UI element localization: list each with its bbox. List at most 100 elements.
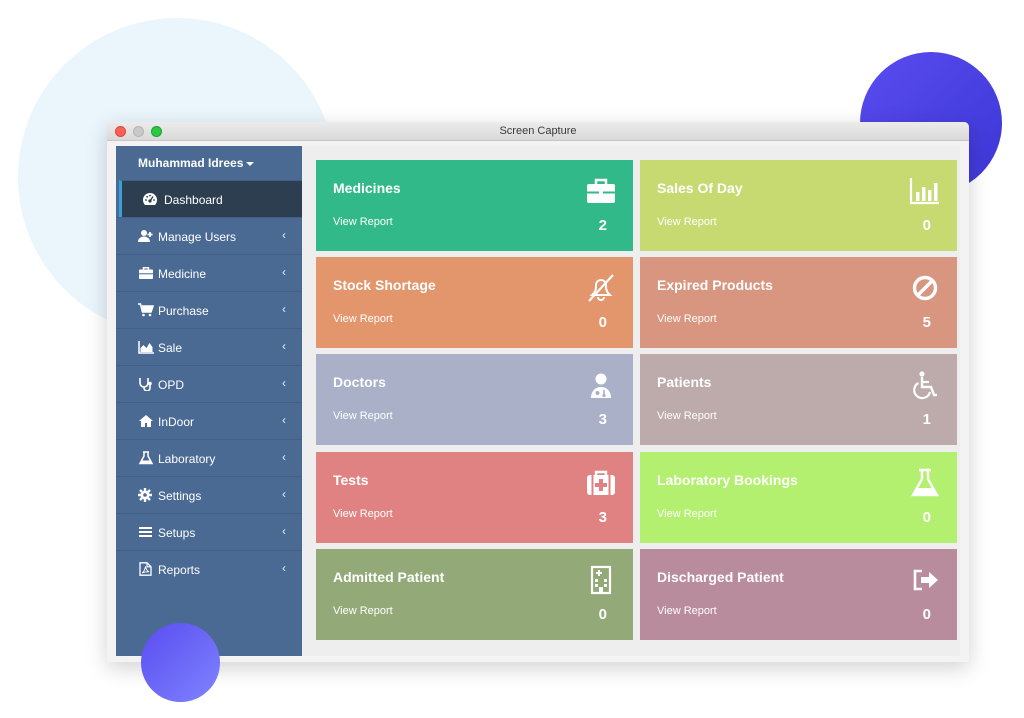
card-stock-shortage[interactable]: Stock Shortage View Report 0 <box>316 257 633 348</box>
sidebar-item-medicine[interactable]: Medicine ‹ <box>116 254 302 291</box>
card-count: 0 <box>598 314 607 331</box>
card-count: 3 <box>598 411 607 428</box>
card-count: 1 <box>922 411 931 428</box>
sidebar-item-opd[interactable]: OPD ‹ <box>116 365 302 402</box>
dashboard-icon <box>143 193 157 205</box>
chevron-left-icon: ‹ <box>282 413 286 427</box>
sidebar-item-setups[interactable]: Setups ‹ <box>116 513 302 550</box>
sidebar-item-label: Laboratory <box>158 452 216 466</box>
flask-icon <box>138 451 154 465</box>
sidebar-item-purchase[interactable]: Purchase ‹ <box>116 291 302 328</box>
sidebar-item-manage-users[interactable]: Manage Users ‹ <box>116 217 302 254</box>
card-title: Stock Shortage <box>333 277 436 293</box>
gear-icon <box>138 488 152 502</box>
sign-out-icon <box>913 569 938 591</box>
sidebar-item-label: InDoor <box>158 415 195 429</box>
chevron-left-icon: ‹ <box>282 450 286 464</box>
chevron-left-icon: ‹ <box>282 524 286 538</box>
home-icon <box>139 415 153 427</box>
card-count: 5 <box>922 314 931 331</box>
stage: Screen Capture Muhammad Idrees Dashboard… <box>0 0 1024 718</box>
ban-icon <box>912 275 938 301</box>
window-titlebar: Screen Capture <box>107 122 969 141</box>
card-title: Discharged Patient <box>657 569 784 585</box>
app-content: Muhammad Idrees Dashboard Manage Users ‹… <box>116 146 960 656</box>
wheelchair-icon <box>913 371 937 400</box>
sidebar-item-sale[interactable]: Sale ‹ <box>116 328 302 365</box>
bar-chart-icon <box>909 178 939 205</box>
sidebar: Muhammad Idrees Dashboard Manage Users ‹… <box>116 146 302 656</box>
card-medicines[interactable]: Medicines View Report 2 <box>316 160 633 251</box>
sidebar-item-label: Purchase <box>158 304 209 318</box>
bell-slash-icon <box>588 274 614 302</box>
chevron-left-icon: ‹ <box>282 265 286 279</box>
card-count: 2 <box>598 217 607 234</box>
view-report-link[interactable]: View Report <box>657 605 717 617</box>
sidebar-item-settings[interactable]: Settings ‹ <box>116 476 302 513</box>
card-title: Sales Of Day <box>657 180 743 196</box>
card-count: 0 <box>922 509 931 526</box>
pdf-file-icon <box>139 562 152 576</box>
card-count: 0 <box>922 606 931 623</box>
view-report-link[interactable]: View Report <box>333 410 393 422</box>
card-laboratory-bookings[interactable]: Laboratory Bookings View Report 0 <box>640 452 957 543</box>
view-report-link[interactable]: View Report <box>657 508 717 520</box>
card-title: Doctors <box>333 374 386 390</box>
sidebar-item-indoor[interactable]: InDoor ‹ <box>116 402 302 439</box>
app-window: Screen Capture Muhammad Idrees Dashboard… <box>107 122 969 662</box>
card-expired-products[interactable]: Expired Products View Report 5 <box>640 257 957 348</box>
card-title: Medicines <box>333 180 401 196</box>
chevron-left-icon: ‹ <box>282 339 286 353</box>
flask-icon <box>910 468 940 497</box>
cart-icon <box>138 303 154 317</box>
sidebar-item-label: Dashboard <box>164 193 223 207</box>
caret-down-icon <box>246 161 255 166</box>
card-count: 3 <box>598 509 607 526</box>
view-report-link[interactable]: View Report <box>333 313 393 325</box>
sidebar-item-label: Setups <box>158 526 196 540</box>
card-title: Patients <box>657 374 712 390</box>
medkit-icon <box>587 470 615 495</box>
sidebar-item-label: OPD <box>158 378 185 392</box>
sidebar-item-label: Reports <box>158 563 201 577</box>
view-report-link[interactable]: View Report <box>657 313 717 325</box>
view-report-link[interactable]: View Report <box>333 508 393 520</box>
area-chart-icon <box>138 341 154 354</box>
briefcase-icon <box>587 178 615 203</box>
window-title: Screen Capture <box>499 125 577 137</box>
list-icon <box>139 527 152 537</box>
chevron-left-icon: ‹ <box>282 376 286 390</box>
decorative-circle-bottom <box>141 623 220 702</box>
card-title: Admitted Patient <box>333 569 445 585</box>
view-report-link[interactable]: View Report <box>333 605 393 617</box>
sidebar-item-laboratory[interactable]: Laboratory ‹ <box>116 439 302 476</box>
sidebar-item-label: Sale <box>158 341 183 355</box>
user-name: Muhammad Idrees <box>138 156 244 170</box>
briefcase-icon <box>139 267 153 279</box>
user-menu[interactable]: Muhammad Idrees <box>116 146 302 180</box>
card-title: Expired Products <box>657 277 773 293</box>
card-discharged-patient[interactable]: Discharged Patient View Report 0 <box>640 549 957 640</box>
view-report-link[interactable]: View Report <box>333 216 393 228</box>
chevron-left-icon: ‹ <box>282 302 286 316</box>
view-report-link[interactable]: View Report <box>657 410 717 422</box>
card-title: Tests <box>333 472 369 488</box>
card-patients[interactable]: Patients View Report 1 <box>640 354 957 445</box>
sidebar-item-label: Manage Users <box>158 230 237 244</box>
sidebar-item-label: Settings <box>158 489 202 503</box>
sidebar-item-label: Medicine <box>158 267 207 281</box>
chevron-left-icon: ‹ <box>282 228 286 242</box>
card-admitted-patient[interactable]: Admitted Patient View Report 0 <box>316 549 633 640</box>
card-tests[interactable]: Tests View Report 3 <box>316 452 633 543</box>
chevron-left-icon: ‹ <box>282 561 286 575</box>
card-doctors[interactable]: Doctors View Report 3 <box>316 354 633 445</box>
card-count: 0 <box>598 606 607 623</box>
stethoscope-icon <box>139 378 152 391</box>
chevron-left-icon: ‹ <box>282 487 286 501</box>
sidebar-item-reports[interactable]: Reports ‹ <box>116 550 302 587</box>
card-sales-of-day[interactable]: Sales Of Day View Report 0 <box>640 160 957 251</box>
sidebar-item-dashboard[interactable]: Dashboard <box>119 180 302 217</box>
user-doctor-icon <box>591 373 611 398</box>
view-report-link[interactable]: View Report <box>657 216 717 228</box>
card-count: 0 <box>922 217 931 234</box>
